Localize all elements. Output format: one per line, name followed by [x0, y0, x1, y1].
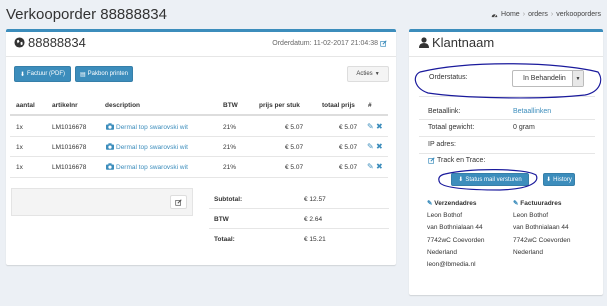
annotation-overlay — [414, 63, 602, 191]
annotation-circle-mail-button — [438, 169, 538, 191]
annotation-circle-status — [414, 63, 602, 99]
